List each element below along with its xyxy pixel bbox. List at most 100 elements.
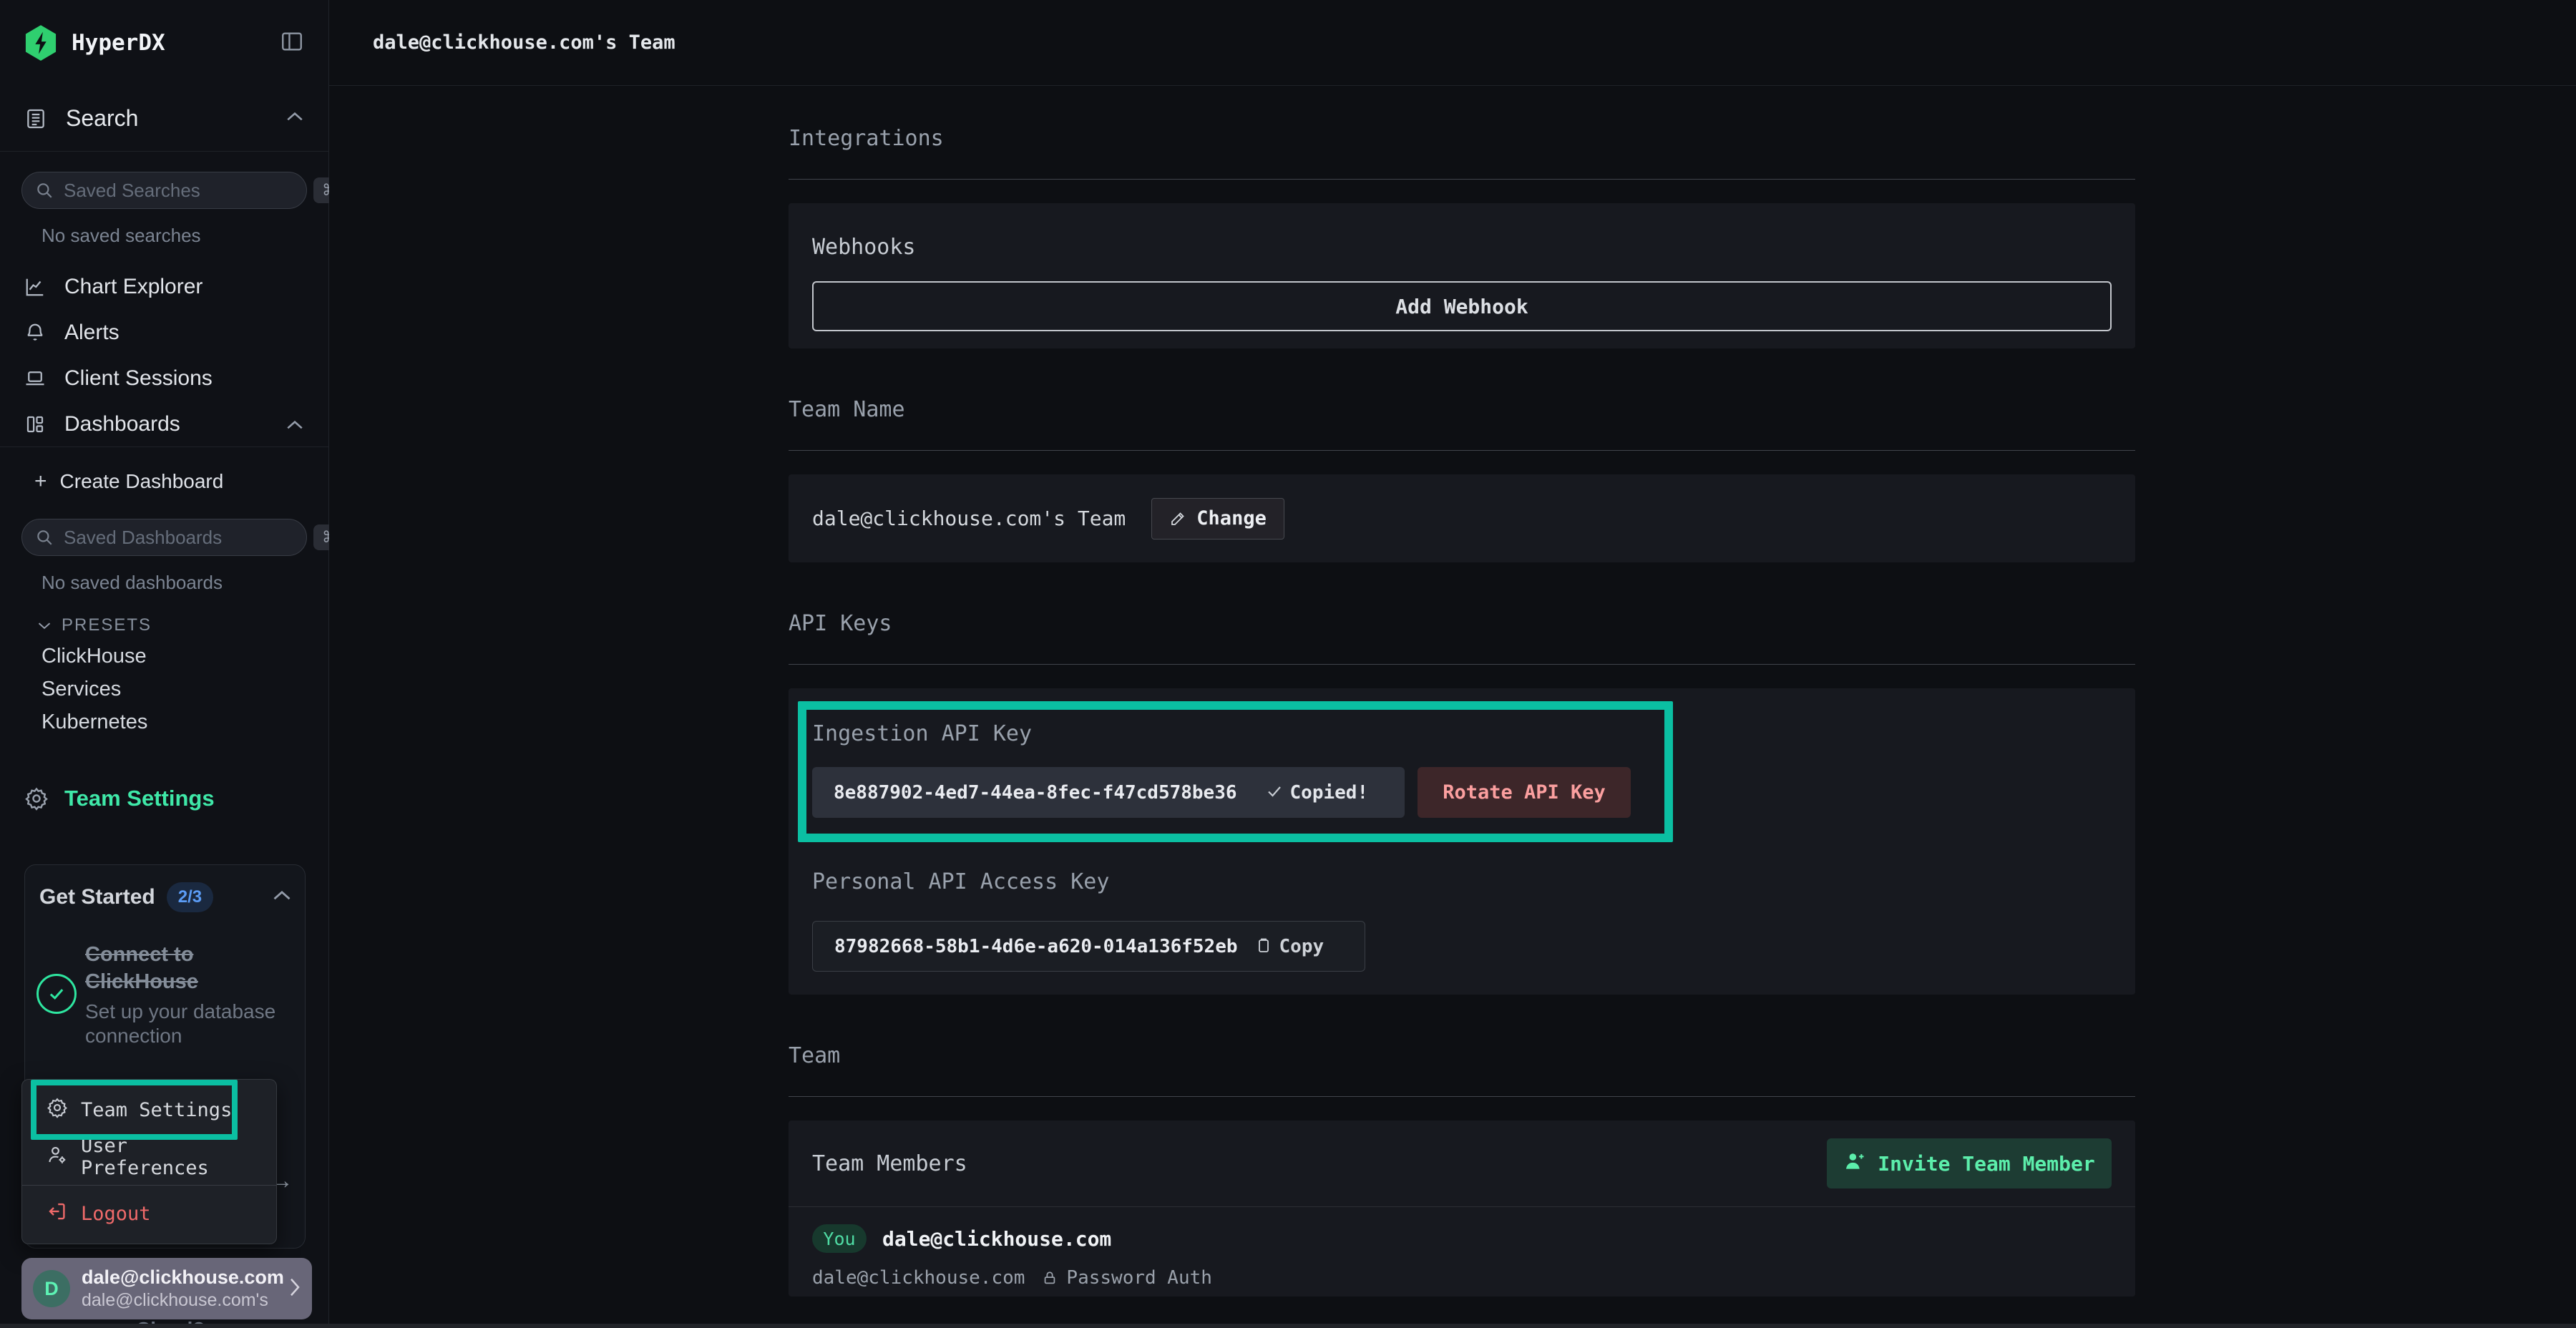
preset-kubernetes[interactable]: Kubernetes	[0, 706, 328, 738]
menu-item-logout[interactable]: Logout	[22, 1190, 276, 1237]
member-email: dale@clickhouse.com	[812, 1267, 1025, 1289]
create-dashboard-label: Create Dashboard	[60, 470, 224, 493]
webhooks-title: Webhooks	[812, 235, 2112, 260]
divider	[789, 1096, 2135, 1097]
personal-key-label: Personal API Access Key	[812, 869, 2112, 895]
sidebar: HyperDX Search ⌘K No saved search	[0, 0, 329, 1328]
chevron-right-icon	[288, 1276, 302, 1302]
member-auth-method: Password Auth	[1066, 1267, 1212, 1289]
page-header: dale@clickhouse.com's Team	[329, 0, 2576, 86]
search-section-header[interactable]: Search	[0, 86, 328, 152]
user-team-subtitle: dale@clickhouse.com's	[82, 1290, 288, 1311]
user-name: dale@clickhouse.com	[82, 1266, 288, 1289]
no-saved-dashboards-note: No saved dashboards	[0, 572, 328, 594]
progress-badge: 2/3	[167, 882, 213, 912]
sidebar-nav: Chart Explorer Alerts Client Sessions	[0, 264, 328, 447]
invite-team-member-button[interactable]: Invite Team Member	[1827, 1138, 2112, 1188]
presets-label: PRESETS	[62, 615, 152, 635]
line-chart-icon	[24, 276, 46, 298]
user-gear-icon	[47, 1144, 68, 1171]
brand-title: HyperDX	[72, 30, 280, 56]
grid-icon	[24, 414, 46, 435]
search-section-label: Search	[66, 105, 267, 132]
menu-item-label: Logout	[81, 1203, 151, 1225]
you-badge: You	[812, 1224, 867, 1253]
personal-key-chip[interactable]: 87982668-58b1-4d6e-a620-014a136f52eb Cop…	[812, 921, 1365, 972]
divider	[789, 450, 2135, 451]
preset-services[interactable]: Services	[0, 673, 328, 706]
sidebar-item-chart-explorer[interactable]: Chart Explorer	[0, 264, 328, 310]
preset-clickhouse[interactable]: ClickHouse	[0, 640, 328, 673]
sidebar-item-team-settings[interactable]: Team Settings	[0, 777, 328, 820]
avatar: D	[33, 1270, 70, 1307]
copied-status: Copied!	[1266, 782, 1369, 804]
sidebar-section-dashboards[interactable]: Dashboards	[0, 401, 328, 447]
get-started-header[interactable]: Get Started 2/3	[35, 882, 292, 912]
gear-icon	[24, 786, 49, 811]
team-members-header: Team Members Invite Team Member	[789, 1120, 2135, 1207]
get-started-step-connect[interactable]: Connect to ClickHouse Set up your databa…	[35, 941, 292, 1048]
menu-item-user-preferences[interactable]: User Preferences	[22, 1133, 276, 1181]
copy-action[interactable]: Copy	[1255, 936, 1324, 957]
personal-key-value: 87982668-58b1-4d6e-a620-014a136f52eb	[834, 936, 1238, 957]
presets-toggle[interactable]: PRESETS	[0, 611, 328, 640]
sidebar-collapse-icon[interactable]	[280, 29, 304, 57]
clipboard-icon	[1255, 937, 1272, 957]
sidebar-item-label: Alerts	[64, 321, 304, 345]
chevron-up-icon[interactable]	[272, 889, 292, 905]
add-webhook-button[interactable]: Add Webhook	[812, 281, 2112, 331]
chevron-up-icon	[286, 412, 304, 436]
sidebar-item-label: Client Sessions	[64, 366, 304, 391]
pencil-icon	[1169, 510, 1186, 527]
ingestion-key-chip[interactable]: 8e887902-4ed7-44ea-8fec-f47cd578be36 Cop…	[812, 767, 1405, 818]
logo-row: HyperDX	[0, 0, 328, 86]
search-icon	[35, 528, 54, 547]
menu-item-label: Team Settings	[81, 1099, 232, 1121]
step-title: Connect to ClickHouse	[85, 941, 278, 995]
create-dashboard-button[interactable]: + Create Dashboard	[0, 464, 328, 499]
team-members-title: Team Members	[812, 1151, 967, 1176]
search-icon	[35, 181, 54, 200]
saved-searches-input[interactable]: ⌘K	[21, 172, 307, 209]
sidebar-item-label: Chart Explorer	[64, 275, 304, 299]
menu-divider	[22, 1185, 276, 1186]
plus-icon: +	[34, 469, 47, 494]
webhooks-card: Webhooks Add Webhook	[789, 203, 2135, 348]
settings-content: Integrations Webhooks Add Webhook Team N…	[789, 86, 2135, 1297]
logout-icon	[47, 1201, 68, 1227]
team-name-section-title: Team Name	[789, 397, 2135, 423]
team-name-value: dale@clickhouse.com's Team	[812, 507, 1126, 530]
integrations-section-title: Integrations	[789, 126, 2135, 152]
saved-dashboards-input[interactable]: ⌘K	[21, 519, 307, 556]
sidebar-item-label: Dashboards	[64, 412, 267, 436]
log-list-icon	[24, 107, 47, 130]
team-member-row: You dale@clickhouse.com dale@clickhouse.…	[789, 1207, 2135, 1306]
saved-searches-field[interactable]	[64, 180, 303, 202]
change-label: Change	[1196, 507, 1267, 529]
page-title: dale@clickhouse.com's Team	[373, 31, 675, 54]
api-keys-section-title: API Keys	[789, 611, 2135, 637]
check-icon	[1266, 783, 1283, 803]
team-members-card: Team Members Invite Team Member You dale…	[789, 1120, 2135, 1297]
saved-dashboards-field[interactable]	[64, 527, 303, 549]
rotate-api-key-button[interactable]: Rotate API Key	[1418, 767, 1631, 818]
api-keys-card: Ingestion API Key 8e887902-4ed7-44ea-8fe…	[789, 688, 2135, 995]
copied-label: Copied!	[1290, 782, 1369, 804]
main-area: dale@clickhouse.com's Team Integrations …	[329, 0, 2576, 1328]
ingestion-key-label: Ingestion API Key	[812, 721, 2112, 747]
change-team-name-button[interactable]: Change	[1151, 498, 1284, 540]
menu-item-team-settings[interactable]: Team Settings	[22, 1086, 276, 1133]
bottom-partial-element	[0, 1324, 2576, 1328]
team-settings-label: Team Settings	[64, 786, 215, 811]
user-account-chip[interactable]: D dale@clickhouse.com dale@clickhouse.co…	[21, 1258, 312, 1319]
team-name-card: dale@clickhouse.com's Team Change	[789, 474, 2135, 562]
menu-item-label: User Preferences	[81, 1135, 252, 1179]
sidebar-item-alerts[interactable]: Alerts	[0, 310, 328, 356]
chevron-up-icon	[286, 111, 304, 126]
lock-icon	[1042, 1270, 1058, 1286]
gear-icon	[47, 1097, 68, 1123]
sidebar-item-client-sessions[interactable]: Client Sessions	[0, 356, 328, 401]
team-section-title: Team	[789, 1043, 2135, 1069]
divider	[789, 179, 2135, 180]
check-circle-icon	[36, 974, 77, 1014]
